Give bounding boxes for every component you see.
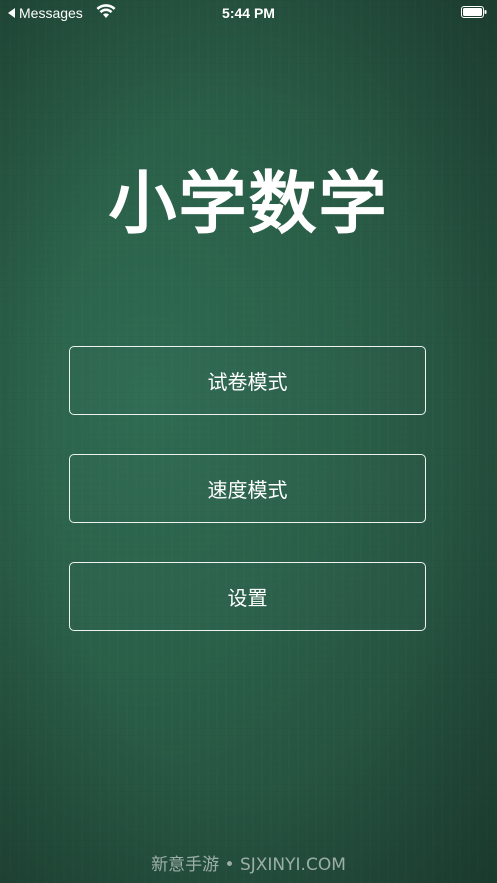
exam-mode-button[interactable]: 试卷模式 (69, 346, 426, 415)
background-vignette (0, 0, 497, 883)
chalkboard-texture (0, 0, 497, 883)
speed-mode-label: 速度模式 (207, 478, 288, 502)
status-time: 5:44 PM (222, 5, 275, 21)
settings-button[interactable]: 设置 (69, 562, 426, 631)
speed-mode-button[interactable]: 速度模式 (69, 454, 426, 523)
settings-label: 设置 (227, 586, 268, 610)
watermark: 新意手游 • SJXINYI.COM (151, 855, 346, 875)
exam-mode-label: 试卷模式 (207, 370, 288, 394)
status-bar: Messages 5:44 PM (0, 0, 497, 26)
battery-icon (461, 6, 487, 18)
app-title: 小学数学 (108, 165, 389, 244)
